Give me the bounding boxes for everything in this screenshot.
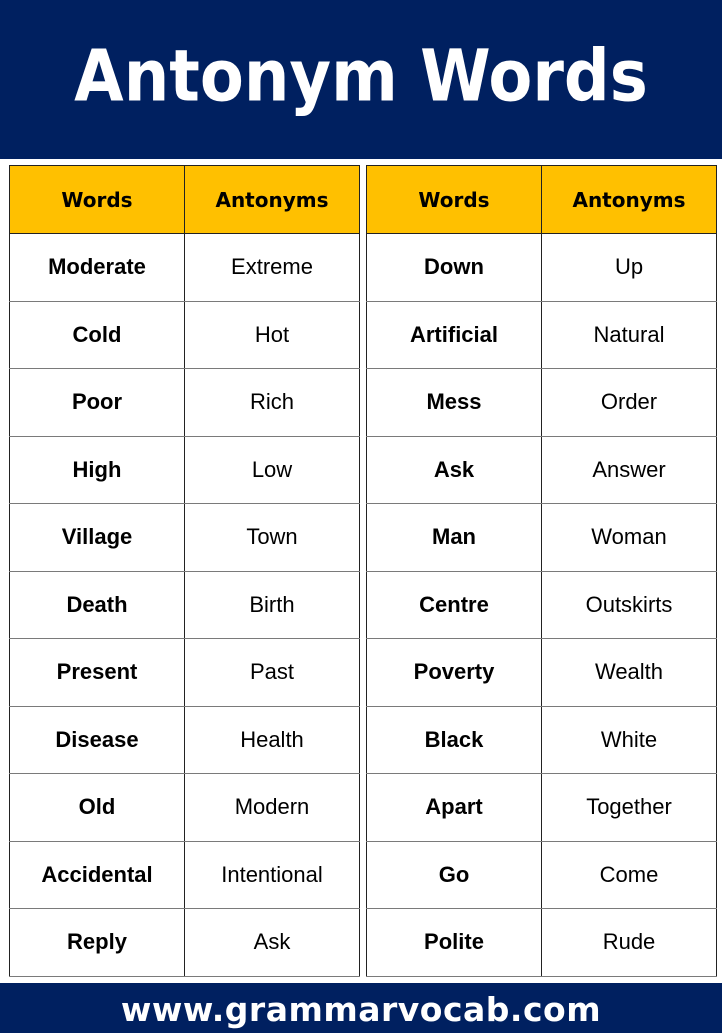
word-cell: Present [9, 638, 185, 707]
table-row: Polite Rude [366, 908, 717, 977]
word-cell: Reply [9, 908, 185, 977]
antonym-cell: Together [541, 773, 717, 842]
word-cell: Black [366, 705, 542, 774]
website-url: www.grammarvocab.com [120, 989, 602, 1029]
antonym-cell: Low [184, 435, 360, 504]
antonym-table-right: Words Antonyms Down Up Artificial Natural Me… [366, 165, 717, 977]
antonym-cell: Natural [541, 300, 717, 369]
word-cell: Polite [366, 908, 542, 977]
table-row: Old Modern [9, 773, 360, 842]
table-row: Ask Answer [366, 435, 717, 504]
antonym-cell: Intentional [184, 840, 360, 909]
column-header-words: Words [9, 165, 185, 234]
word-cell: Man [366, 503, 542, 572]
word-cell: Accidental [9, 840, 185, 909]
antonym-cell: Answer [541, 435, 717, 504]
word-cell: Death [9, 570, 185, 639]
table-row: Accidental Intentional [9, 840, 360, 909]
column-header-words: Words [366, 165, 542, 234]
table-row: Present Past [9, 638, 360, 707]
table-row: Reply Ask [9, 908, 360, 977]
antonym-cell: Order [541, 368, 717, 437]
antonym-cell: Modern [184, 773, 360, 842]
antonym-cell: Rich [184, 368, 360, 437]
word-cell: Village [9, 503, 185, 572]
footer-banner: www.grammarvocab.com [0, 983, 722, 1033]
word-cell: Ask [366, 435, 542, 504]
table-row: Man Woman [366, 503, 717, 572]
antonym-table-left: Words Antonyms Moderate Extreme Cold Hot Poo… [9, 165, 360, 977]
word-cell: Centre [366, 570, 542, 639]
word-cell: Poor [9, 368, 185, 437]
antonym-cell: Past [184, 638, 360, 707]
antonym-cell: Woman [541, 503, 717, 572]
table-header-row: Words Antonyms [366, 165, 717, 234]
antonym-cell: Come [541, 840, 717, 909]
page-title: Antonym Words [74, 35, 648, 118]
table-row: Black White [366, 705, 717, 774]
word-cell: Go [366, 840, 542, 909]
table-row: Death Birth [9, 570, 360, 639]
antonym-cell: Wealth [541, 638, 717, 707]
table-header-row: Words Antonyms [9, 165, 360, 234]
antonym-cell: Rude [541, 908, 717, 977]
word-cell: Moderate [9, 233, 185, 302]
column-header-antonyms: Antonyms [541, 165, 717, 234]
antonym-cell: Ask [184, 908, 360, 977]
word-cell: Disease [9, 705, 185, 774]
table-row: Moderate Extreme [9, 233, 360, 302]
word-cell: High [9, 435, 185, 504]
table-row: Go Come [366, 840, 717, 909]
antonym-cell: Extreme [184, 233, 360, 302]
word-cell: Old [9, 773, 185, 842]
antonym-cell: Town [184, 503, 360, 572]
antonym-cell: Up [541, 233, 717, 302]
antonym-cell: White [541, 705, 717, 774]
word-cell: Apart [366, 773, 542, 842]
table-row: High Low [9, 435, 360, 504]
antonym-cell: Birth [184, 570, 360, 639]
word-cell: Cold [9, 300, 185, 369]
table-row: Artificial Natural [366, 300, 717, 369]
table-row: Poverty Wealth [366, 638, 717, 707]
table-row: Down Up [366, 233, 717, 302]
word-cell: Poverty [366, 638, 542, 707]
table-row: Mess Order [366, 368, 717, 437]
word-cell: Down [366, 233, 542, 302]
column-header-antonyms: Antonyms [184, 165, 360, 234]
table-row: Centre Outskirts [366, 570, 717, 639]
table-row: Apart Together [366, 773, 717, 842]
table-row: Disease Health [9, 705, 360, 774]
table-row: Cold Hot [9, 300, 360, 369]
word-cell: Artificial [366, 300, 542, 369]
table-row: Village Town [9, 503, 360, 572]
antonym-cell: Health [184, 705, 360, 774]
word-cell: Mess [366, 368, 542, 437]
antonym-cell: Outskirts [541, 570, 717, 639]
table-row: Poor Rich [9, 368, 360, 437]
antonym-cell: Hot [184, 300, 360, 369]
title-banner: Antonym Words [0, 0, 722, 159]
